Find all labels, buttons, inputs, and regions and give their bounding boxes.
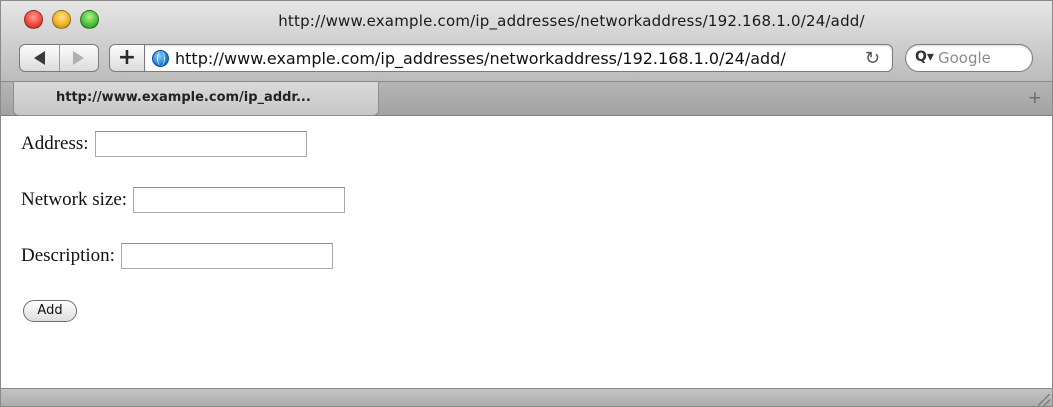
tab-label: http://www.example.com/ip_addr... [56,90,311,105]
new-tab-icon[interactable]: + [1028,88,1042,108]
add-bookmark-button[interactable]: + [109,44,145,72]
description-field[interactable] [120,243,333,269]
toolbar: + http://www.example.com/ip_addresses/ne… [1,41,1052,79]
title-bar: http://www.example.com/ip_addresses/netw… [1,1,1052,37]
resize-grip-icon[interactable] [1038,394,1050,406]
globe-icon [152,50,169,67]
status-bar [1,388,1052,406]
minimize-window-icon[interactable] [52,10,71,29]
forward-button[interactable] [58,45,98,71]
browser-window: http://www.example.com/ip_addresses/netw… [0,0,1053,407]
page-content: Address: Network size: Description: Add [1,116,1052,388]
network-size-field[interactable] [133,187,346,213]
nav-button-group [19,44,99,72]
description-row: Description: [21,243,333,269]
reload-icon[interactable]: ↻ [865,48,880,69]
tab-current[interactable]: http://www.example.com/ip_addr... [13,82,379,116]
address-bar-text[interactable]: http://www.example.com/ip_addresses/netw… [175,49,786,68]
browser-chrome: http://www.example.com/ip_addresses/netw… [1,1,1052,81]
search-placeholder: Google [938,49,991,67]
add-button[interactable]: Add [23,300,77,322]
zoom-window-icon[interactable] [80,10,99,29]
network-size-row: Network size: [21,187,346,213]
address-field[interactable] [94,131,307,157]
address-label: Address: [21,133,89,154]
back-arrow-icon [33,51,45,65]
window-title: http://www.example.com/ip_addresses/netw… [278,12,865,30]
forward-arrow-icon [73,51,85,65]
back-button[interactable] [20,45,59,71]
search-icon[interactable]: Q▾ [915,49,934,65]
search-input[interactable]: Q▾ Google [905,44,1033,72]
network-size-label: Network size: [21,189,128,210]
description-label: Description: [21,245,115,266]
address-row: Address: [21,131,307,157]
address-bar[interactable]: http://www.example.com/ip_addresses/netw… [144,44,893,72]
close-window-icon[interactable] [24,10,43,29]
tab-bar: http://www.example.com/ip_addr... + [1,81,1052,116]
